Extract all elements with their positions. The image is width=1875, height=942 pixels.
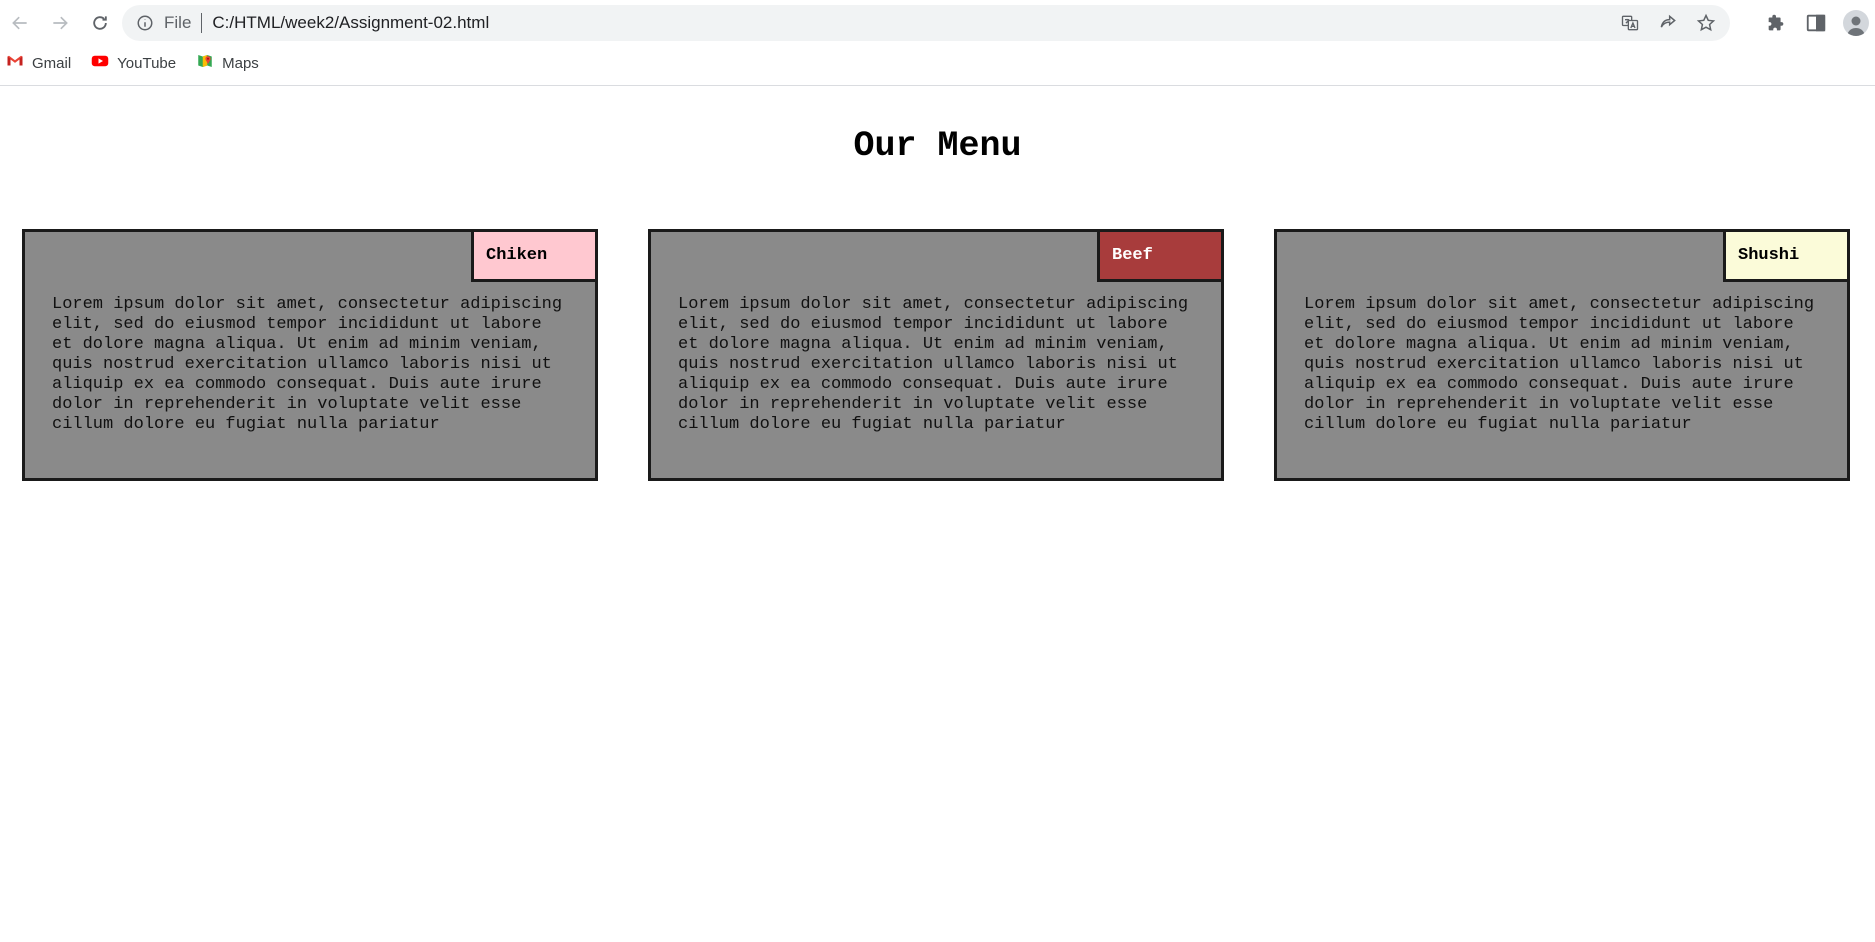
browser-chrome: File C:/HTML/week2/Assignment-02.html Gm… [0,0,1875,86]
profile-avatar-icon[interactable] [1843,10,1869,36]
browser-toolbar: File C:/HTML/week2/Assignment-02.html [0,0,1875,46]
menu-card-description: Lorem ipsum dolor sit amet, consectetur … [1304,295,1815,434]
menu-card-tag: Chiken [471,229,598,282]
omnibox-actions [1620,5,1716,41]
menu-card-chicken: Chiken Lorem ipsum dolor sit amet, conse… [22,229,598,481]
reload-icon[interactable] [80,3,120,43]
bookmarks-bar: Gmail YouTube Maps [0,46,1875,80]
bookmark-gmail[interactable]: Gmail [6,52,71,74]
gmail-icon [6,52,24,74]
bookmark-label: Maps [222,54,259,72]
youtube-icon [91,52,109,74]
menu-card-description: Lorem ipsum dolor sit amet, consectetur … [52,295,563,434]
toolbar-actions [1763,3,1869,43]
arrow-left-icon[interactable] [0,3,40,43]
bookmark-label: YouTube [117,54,177,72]
divider [201,13,203,33]
url-text[interactable]: C:/HTML/week2/Assignment-02.html [212,13,489,33]
bookmark-youtube[interactable]: YouTube [91,52,176,74]
menu-cards: Chiken Lorem ipsum dolor sit amet, conse… [22,229,1850,481]
star-icon[interactable] [1696,13,1716,33]
page-content: Our Menu Chiken Lorem ipsum dolor sit am… [0,86,1875,481]
share-icon[interactable] [1658,13,1678,33]
menu-card-sushi: Shushi Lorem ipsum dolor sit amet, conse… [1274,229,1850,481]
scheme-label: File [164,13,192,32]
menu-card-tag: Shushi [1723,229,1850,282]
bookmark-label: Gmail [32,54,72,72]
info-icon[interactable] [136,14,154,32]
side-panel-icon[interactable] [1803,10,1829,36]
page-title: Our Menu [853,126,1022,166]
translate-icon[interactable] [1620,13,1640,33]
address-bar[interactable]: File C:/HTML/week2/Assignment-02.html [122,5,1730,41]
maps-icon [196,52,214,74]
menu-card-tag: Beef [1097,229,1224,282]
puzzle-icon[interactable] [1763,10,1789,36]
bookmark-maps[interactable]: Maps [196,52,259,74]
menu-card-description: Lorem ipsum dolor sit amet, consectetur … [678,295,1189,434]
menu-card-beef: Beef Lorem ipsum dolor sit amet, consect… [648,229,1224,481]
arrow-right-icon[interactable] [40,3,80,43]
